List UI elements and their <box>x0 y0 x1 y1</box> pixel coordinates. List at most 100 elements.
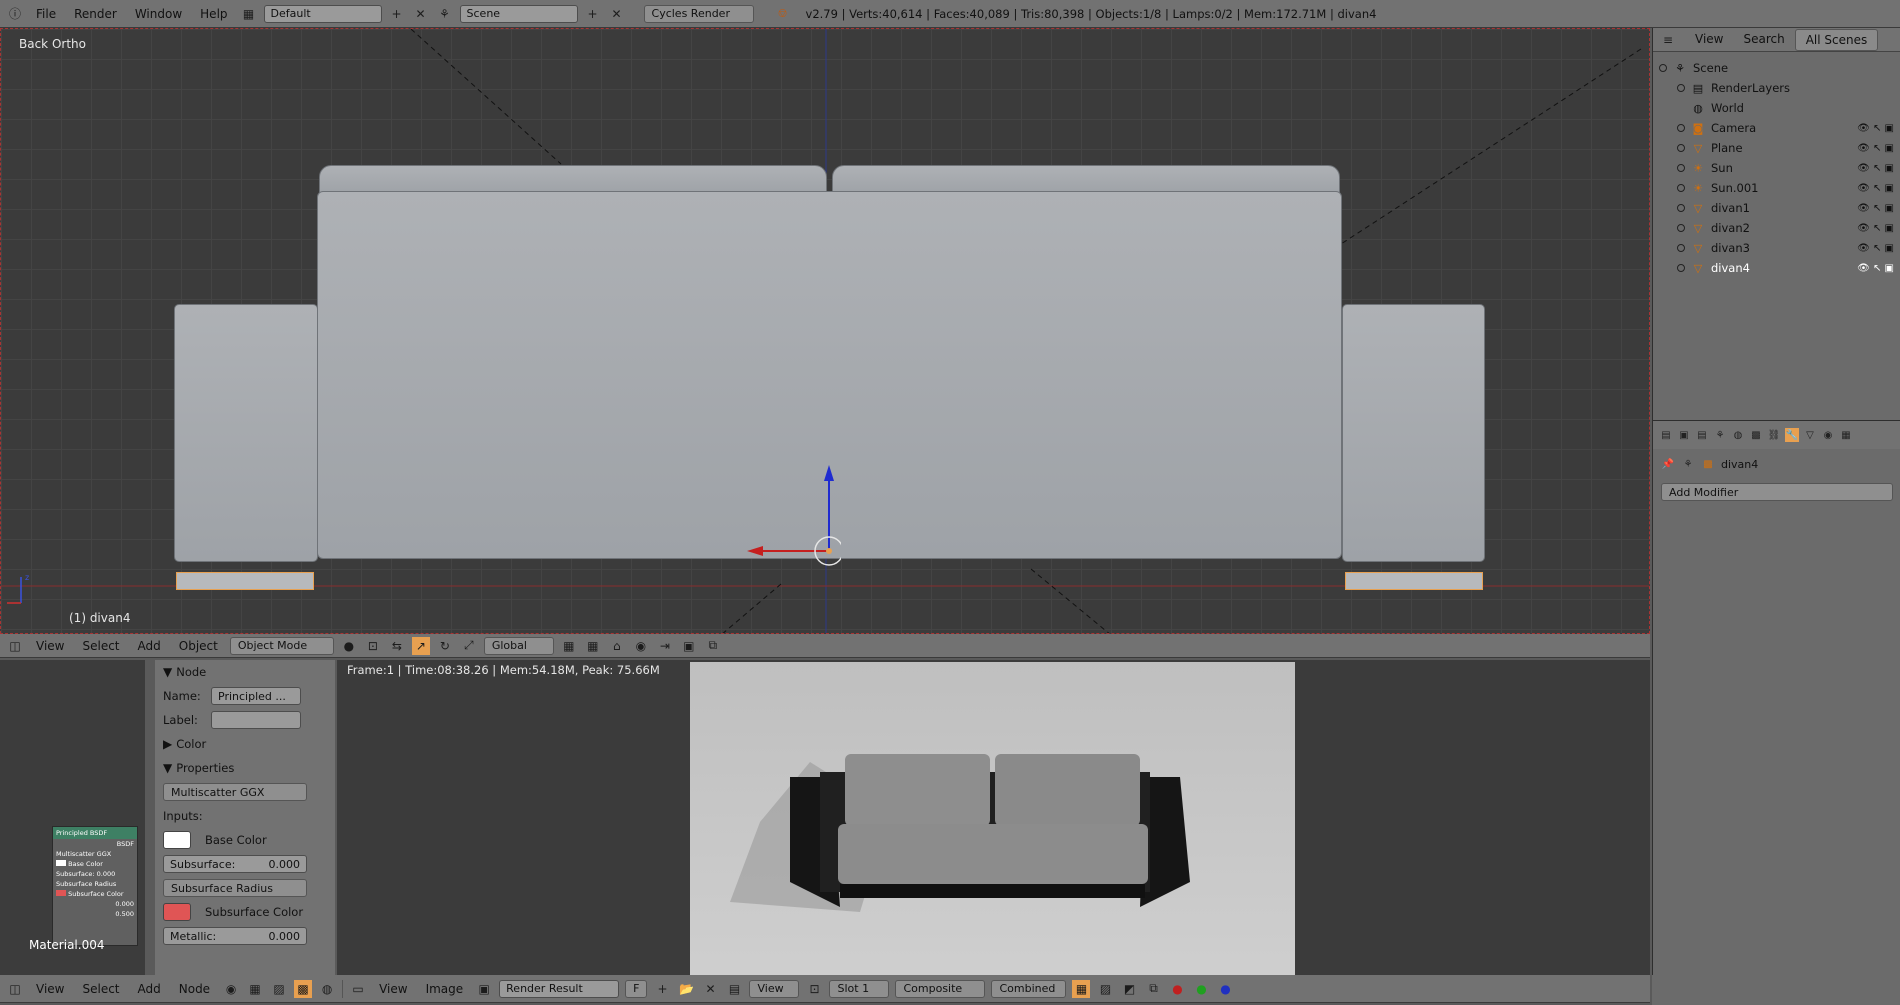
red-channel-icon[interactable]: ● <box>1168 980 1186 998</box>
menu-file[interactable]: File <box>30 7 62 21</box>
open-image-icon[interactable]: 📂 <box>677 980 695 998</box>
image-menu-view[interactable]: View <box>373 982 413 996</box>
menu-view[interactable]: View <box>30 639 70 653</box>
visibility-controls[interactable]: 👁 ↖ ▣ <box>1857 243 1894 254</box>
node-name-field[interactable]: Principled ... <box>211 687 301 705</box>
visibility-controls[interactable]: 👁 ↖ ▣ <box>1857 123 1894 134</box>
transform-gizmo[interactable] <box>741 459 841 569</box>
node-menu-select[interactable]: Select <box>76 982 125 996</box>
properties-section-header[interactable]: ▼ Properties <box>155 756 335 780</box>
outliner-item-renderlayers[interactable]: ▤ RenderLayers <box>1653 78 1900 98</box>
expand-toggle[interactable] <box>1677 244 1685 252</box>
layout-field[interactable]: Default <box>263 4 382 23</box>
world-shader-icon[interactable]: ◍ <box>318 980 336 998</box>
data-tab-icon[interactable]: ▽ <box>1803 428 1817 442</box>
visibility-controls[interactable]: 👁 ↖ ▣ <box>1857 203 1894 214</box>
expand-toggle[interactable] <box>1677 164 1685 172</box>
expand-toggle[interactable] <box>1677 184 1685 192</box>
render-layers-tab-icon[interactable]: ▤ <box>1695 428 1709 442</box>
scopes-icon[interactable]: ⧉ <box>1144 980 1162 998</box>
node-editor[interactable]: Principled BSDF BSDF Multiscatter GGX Ba… <box>0 660 145 985</box>
distribution-select[interactable]: Multiscatter GGX <box>163 783 307 801</box>
close-layout-icon[interactable]: ✕ <box>412 5 430 23</box>
compositing-nodes-icon[interactable]: ▦ <box>246 980 264 998</box>
object-shader-icon[interactable]: ▩ <box>294 979 313 998</box>
outliner-editor-icon[interactable]: ≡ <box>1659 31 1677 49</box>
render-engine-select[interactable]: Cycles Render <box>643 4 754 23</box>
outliner-item-world[interactable]: ◍ World <box>1653 98 1900 118</box>
shader-nodes-icon[interactable]: ◉ <box>222 980 240 998</box>
pin-icon[interactable]: 📌 <box>1661 457 1675 471</box>
sample-icon[interactable]: ◩ <box>1120 980 1138 998</box>
layers-icon[interactable]: ▦ <box>560 637 578 655</box>
3d-viewport[interactable]: z Back Ortho (1) divan4 <box>0 28 1650 634</box>
outliner-item-divan1[interactable]: ▽ divan1 👁 ↖ ▣ <box>1653 198 1900 218</box>
outliner-item-divan2[interactable]: ▽ divan2 👁 ↖ ▣ <box>1653 218 1900 238</box>
menu-help[interactable]: Help <box>194 7 233 21</box>
pivot-icon[interactable]: ⊡ <box>805 980 823 998</box>
layout-icon[interactable]: ▦ <box>240 5 258 23</box>
render-layer-select[interactable]: Composite <box>895 979 986 998</box>
viewport-shading-icon[interactable]: ● <box>340 637 358 655</box>
node-label-field[interactable] <box>211 711 301 729</box>
add-modifier-button[interactable]: Add Modifier <box>1661 483 1893 501</box>
texture-tab-icon[interactable]: ▦ <box>1839 428 1853 442</box>
proportional-edit-icon[interactable]: ◉ <box>632 637 650 655</box>
green-channel-icon[interactable]: ● <box>1192 980 1210 998</box>
visibility-controls[interactable]: 👁 ↖ ▣ <box>1857 263 1894 274</box>
visibility-controls[interactable]: 👁 ↖ ▣ <box>1857 183 1894 194</box>
object-tab-icon[interactable]: ▩ <box>1749 428 1763 442</box>
rotate-icon[interactable]: ↻ <box>436 637 454 655</box>
menu-render[interactable]: Render <box>68 7 123 21</box>
slot-select[interactable]: Slot 1 <box>829 979 890 998</box>
outliner-tab-search[interactable]: Search <box>1733 29 1794 51</box>
subsurface-radius-select[interactable]: Subsurface Radius <box>163 879 307 897</box>
properties-editor-icon[interactable]: ▤ <box>1659 428 1673 442</box>
render-animation-icon[interactable]: ⧉ <box>704 637 722 655</box>
outliner-display-mode[interactable]: All Scenes <box>1794 28 1879 51</box>
render-tab-icon[interactable]: ▣ <box>1677 428 1691 442</box>
orientation-select[interactable]: Global <box>483 636 554 655</box>
add-layout-icon[interactable]: + <box>388 5 406 23</box>
modifiers-tab-icon[interactable]: 🔧 <box>1785 428 1799 442</box>
layers-second-icon[interactable]: ▦ <box>584 637 602 655</box>
subsurface-color-swatch[interactable] <box>163 903 191 921</box>
outliner-item-sun001[interactable]: ☀ Sun.001 👁 ↖ ▣ <box>1653 178 1900 198</box>
render-pass-select[interactable]: Combined <box>991 979 1067 998</box>
snap-icon[interactable]: ⇥ <box>656 637 674 655</box>
material-tab-icon[interactable]: ◉ <box>1821 428 1835 442</box>
base-color-swatch[interactable] <box>163 831 191 849</box>
node-editor-type-icon[interactable]: ◫ <box>6 980 24 998</box>
principled-bsdf-node[interactable]: Principled BSDF BSDF Multiscatter GGX Ba… <box>52 826 138 946</box>
outliner-item-scene[interactable]: ⚘ Scene <box>1653 58 1900 78</box>
texture-nodes-icon[interactable]: ▨ <box>270 980 288 998</box>
new-image-icon[interactable]: + <box>653 980 671 998</box>
menu-object[interactable]: Object <box>173 639 224 653</box>
visibility-controls[interactable]: 👁 ↖ ▣ <box>1857 143 1894 154</box>
expand-toggle[interactable] <box>1659 64 1667 72</box>
lock-camera-icon[interactable]: ⌂ <box>608 637 626 655</box>
scale-icon[interactable]: ⤢ <box>460 637 478 655</box>
mode-select[interactable]: Object Mode <box>229 636 334 655</box>
visibility-controls[interactable]: 👁 ↖ ▣ <box>1857 223 1894 234</box>
image-editor[interactable]: Frame:1 | Time:08:38.26 | Mem:54.18M, Pe… <box>337 660 1650 985</box>
expand-toggle[interactable] <box>1677 84 1685 92</box>
outliner-item-plane[interactable]: ▽ Plane 👁 ↖ ▣ <box>1653 138 1900 158</box>
subsurface-slider[interactable]: Subsurface: 0.000 <box>163 855 307 873</box>
expand-toggle[interactable] <box>1677 124 1685 132</box>
close-scene-icon[interactable]: ✕ <box>608 5 626 23</box>
color-section-header[interactable]: ▶ Color <box>155 732 335 756</box>
constraints-tab-icon[interactable]: ⛓ <box>1767 428 1781 442</box>
outliner-item-sun[interactable]: ☀ Sun 👁 ↖ ▣ <box>1653 158 1900 178</box>
world-tab-icon[interactable]: ◍ <box>1731 428 1745 442</box>
expand-toggle[interactable] <box>1677 264 1685 272</box>
editor-type-icon[interactable]: ◫ <box>6 637 24 655</box>
node-menu-add[interactable]: Add <box>132 982 167 996</box>
scene-tab-icon[interactable]: ⚘ <box>1713 428 1727 442</box>
checker-icon[interactable]: ▨ <box>1096 980 1114 998</box>
opengl-render-icon[interactable]: ▣ <box>680 637 698 655</box>
expand-toggle[interactable] <box>1677 224 1685 232</box>
translate-icon[interactable]: ↗ <box>411 636 430 655</box>
manipulator-icon[interactable]: ⇆ <box>388 637 406 655</box>
image-editor-type-icon[interactable]: ▭ <box>349 980 367 998</box>
